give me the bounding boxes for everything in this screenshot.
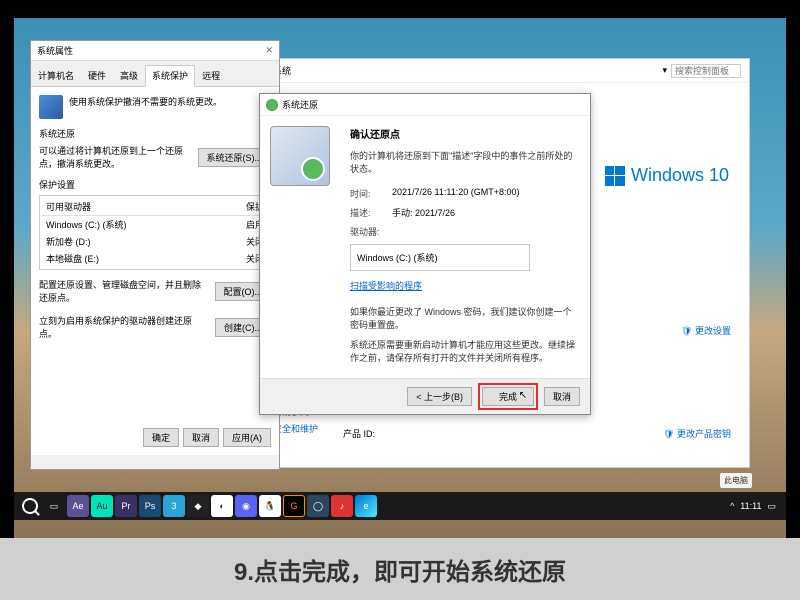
tutorial-caption: 9.点击完成，即可开始系统还原 <box>0 538 800 600</box>
scan-programs-link[interactable]: 扫描受影响的程序 <box>350 281 422 291</box>
system-restore-dialog: 系统还原 确认还原点 你的计算机将还原到下面"描述"字段中的事件之前所处的状态。… <box>259 93 591 415</box>
ok-button[interactable]: 确定 <box>143 428 179 447</box>
close-icon[interactable]: ✕ <box>265 45 273 56</box>
task-view-icon[interactable]: ▭ <box>43 495 65 517</box>
desc-value: 手动: 2021/7/26 <box>392 206 455 219</box>
app-icon[interactable]: ◐ <box>211 495 233 517</box>
window-title: 系统属性 <box>37 44 73 57</box>
shield-icon <box>39 95 63 119</box>
netease-icon[interactable]: ♪ <box>331 495 353 517</box>
restore-title: 系统还原 <box>282 98 318 111</box>
finish-highlight: 完成 ↖ <box>478 383 538 410</box>
system-tray[interactable]: ^ 11:11 ▭ <box>730 501 782 512</box>
tab-remote[interactable]: 远程 <box>195 65 227 86</box>
note-restart: 系统还原需要重新启动计算机才能应用这些更改。继续操作之前，请保存所有打开的文件并… <box>350 339 580 364</box>
search-box: ▾ <box>662 64 741 78</box>
drive-row: 新加卷 (D:)关闭 <box>42 233 268 250</box>
restore-desc: 可以通过将计算机还原到上一个还原点，撤消系统更改。 <box>39 144 192 170</box>
drive-box: Windows (C:) (系统) <box>350 244 530 271</box>
edge-icon[interactable]: e <box>355 495 377 517</box>
desktop-pc-icon-label[interactable]: 此电脑 <box>720 473 752 488</box>
cancel-button[interactable]: 取消 <box>183 428 219 447</box>
audition-icon[interactable]: Au <box>91 495 113 517</box>
notifications-icon[interactable]: ▭ <box>767 501 776 512</box>
windows-icon <box>605 166 625 186</box>
steam-icon[interactable]: ◯ <box>307 495 329 517</box>
desktop-wallpaper: 系统 ▾ 查看有关计算机的基本信息 Windows 10 🛡 更改设置 🛡 更改… <box>14 18 786 538</box>
product-id-label: 产品 ID: <box>343 427 375 440</box>
photoshop-icon[interactable]: Ps <box>139 495 161 517</box>
change-product-key-link[interactable]: 🛡 更改产品密钥 <box>663 427 731 440</box>
desc-label: 描述: <box>350 206 380 219</box>
settings-header: 系统 ▾ <box>265 59 749 83</box>
tab-bar: 计算机名 硬件 高级 系统保护 远程 <box>31 61 279 87</box>
create-desc: 立刻为启用系统保护的驱动器创建还原点。 <box>39 314 209 340</box>
tab-hardware[interactable]: 硬件 <box>81 65 113 86</box>
time-value: 2021/7/26 11:11:20 (GMT+8:00) <box>392 187 520 200</box>
g-icon[interactable]: G <box>283 495 305 517</box>
drive-label: 驱动器: <box>350 225 380 238</box>
qq-icon[interactable]: 🐧 <box>259 495 281 517</box>
back-button[interactable]: < 上一步(B) <box>407 387 472 406</box>
drive-row: 本地磁盘 (E:)关闭 <box>42 250 268 267</box>
taskbar: ▭ Ae Au Pr Ps 3 ◆ ◐ ◉ 🐧 G ◯ ♪ e ^ 11:11 … <box>14 492 786 520</box>
restore-desc: 你的计算机将还原到下面"描述"字段中的事件之前所处的状态。 <box>350 149 580 175</box>
restore-titlebar: 系统还原 <box>260 94 590 116</box>
window-titlebar: 系统属性 ✕ <box>31 41 279 61</box>
unity-icon[interactable]: ◆ <box>187 495 209 517</box>
restore-heading: 确认还原点 <box>350 126 580 141</box>
col-drive: 可用驱动器 <box>46 200 91 213</box>
clock[interactable]: 11:11 <box>740 501 761 511</box>
drive-list[interactable]: 可用驱动器 保护 Windows (C:) (系统)启用 新加卷 (D:)关闭 … <box>39 195 271 270</box>
discord-icon[interactable]: ◉ <box>235 495 257 517</box>
three-icon[interactable]: 3 <box>163 495 185 517</box>
tab-system-protection[interactable]: 系统保护 <box>145 65 195 87</box>
config-desc: 配置还原设置、管理磁盘空间，并且删除还原点。 <box>39 278 209 304</box>
restore-icon <box>266 99 278 111</box>
change-settings-link[interactable]: 🛡 更改设置 <box>681 324 731 337</box>
protection-desc: 使用系统保护撤消不需要的系统更改。 <box>69 95 222 119</box>
tab-computer-name[interactable]: 计算机名 <box>31 65 81 86</box>
search-icon[interactable] <box>19 495 41 517</box>
note-password: 如果你最近更改了 Windows 密码，我们建议你创建一个密码重置盘。 <box>350 306 580 331</box>
apply-button[interactable]: 应用(A) <box>223 428 271 447</box>
tray-up-icon[interactable]: ^ <box>730 501 734 511</box>
search-input[interactable] <box>671 64 741 78</box>
restore-large-icon <box>270 126 330 186</box>
after-effects-icon[interactable]: Ae <box>67 495 89 517</box>
system-properties-window: 系统属性 ✕ 计算机名 硬件 高级 系统保护 远程 使用系统保护撤消不需要的系统… <box>30 40 280 470</box>
restore-footer: < 上一步(B) 完成 ↖ 取消 <box>260 378 590 414</box>
cancel-button[interactable]: 取消 <box>544 387 580 406</box>
cursor-icon: ↖ <box>519 390 527 401</box>
premiere-icon[interactable]: Pr <box>115 495 137 517</box>
time-label: 时间: <box>350 187 380 200</box>
section-settings-title: 保护设置 <box>39 178 271 191</box>
drive-row: Windows (C:) (系统)启用 <box>42 216 268 233</box>
tab-advanced[interactable]: 高级 <box>113 65 145 86</box>
finish-button[interactable]: 完成 ↖ <box>482 387 534 406</box>
section-restore-title: 系统还原 <box>39 127 271 140</box>
windows10-logo: Windows 10 <box>605 165 729 186</box>
